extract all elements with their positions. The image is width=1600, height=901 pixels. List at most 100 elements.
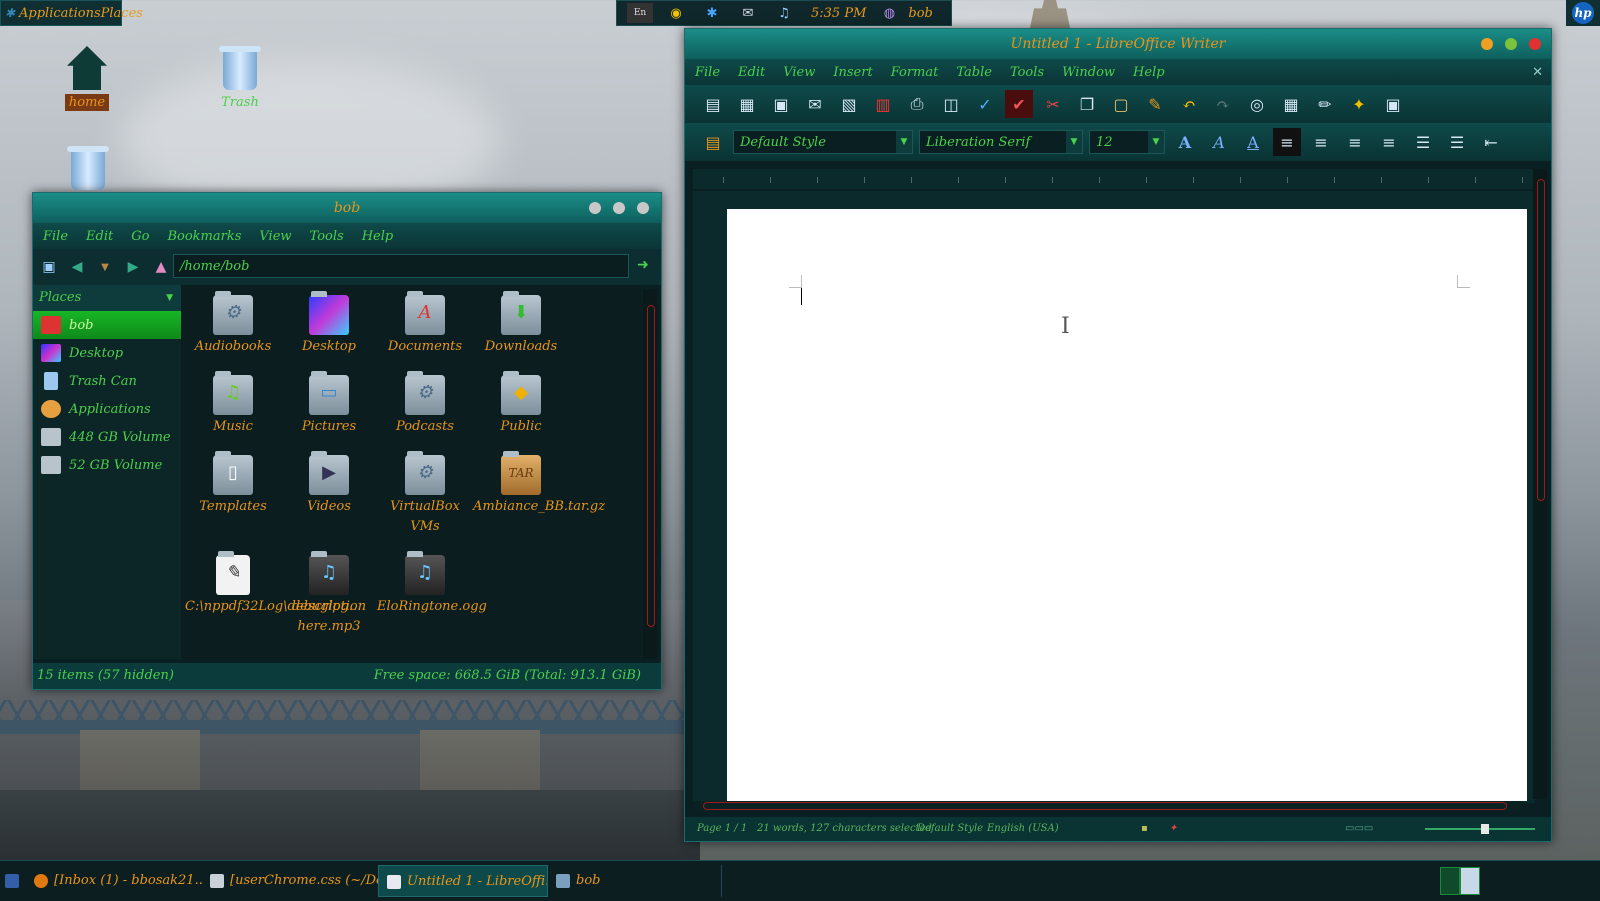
place-trash-can[interactable]: Trash Can [33,367,181,395]
file-item-mp3[interactable]: ♫ description here.mp3 [281,549,377,637]
volume-icon[interactable]: ♫ [771,3,797,23]
clock[interactable]: 5:35 PM [811,6,866,21]
redo-icon[interactable]: ↷ [1209,90,1237,118]
horizontal-ruler[interactable] [693,169,1533,189]
autospellcheck-icon[interactable]: ✔ [1005,90,1033,118]
menu-insert[interactable]: Insert [833,65,872,80]
maximize-button[interactable] [1505,38,1517,50]
file-grid-scrollbar[interactable] [643,289,657,659]
close-document-icon[interactable]: ✕ [1532,65,1543,80]
menu-bookmarks[interactable]: Bookmarks [167,229,241,244]
show-desktop-button[interactable] [0,865,24,897]
navigator-icon[interactable]: ✦ [1345,90,1373,118]
minimize-button[interactable] [1481,38,1493,50]
align-left-icon[interactable]: ≡ [1273,128,1301,156]
desktop-icon-trash[interactable]: Trash [214,46,266,111]
paragraph-style-select[interactable]: Default Style ▼ [733,130,913,154]
writer-titlebar[interactable]: Untitled 1 - LibreOffice Writer [685,29,1551,59]
align-center-icon[interactable]: ≡ [1307,128,1335,156]
bold-icon[interactable]: A [1171,128,1199,156]
file-item-public[interactable]: ◆ Public [473,369,569,437]
minimize-button[interactable] [589,202,601,214]
menu-tools[interactable]: Tools [310,229,344,244]
clone-formatting-icon[interactable]: ✎ [1141,90,1169,118]
edit-file-icon[interactable]: ▧ [835,90,863,118]
file-item-downloads[interactable]: ⬇ Downloads [473,289,569,357]
place-bob[interactable]: bob [33,311,181,339]
task-file-manager[interactable]: bob [548,865,722,897]
file-item-ogg[interactable]: ♫ EloRingtone.ogg [377,549,487,617]
font-size-select[interactable]: 12 ▼ [1089,130,1165,154]
desktop-icon-trash-full[interactable] [67,146,109,194]
open-icon[interactable]: ▦ [733,90,761,118]
place-applications[interactable]: Applications [33,395,181,423]
places-header[interactable]: Places ▼ [33,285,181,311]
desktop-icon-home[interactable]: home [62,46,112,111]
hp-logo[interactable]: hp [1566,0,1600,26]
gallery-icon[interactable]: ▣ [1379,90,1407,118]
menu-window[interactable]: Window [1062,65,1115,80]
styles-icon[interactable]: ▤ [699,128,727,156]
document-page[interactable]: I [727,209,1527,801]
italic-icon[interactable]: A [1205,128,1233,156]
menu-table[interactable]: Table [956,65,992,80]
mail-icon[interactable]: ✉ [735,3,761,23]
zoom-slider[interactable] [1425,828,1535,830]
page-indicator[interactable]: Page 1 / 1 [697,817,747,841]
workspace-1[interactable] [1440,867,1460,895]
menu-format[interactable]: Format [891,65,939,80]
new-document-icon[interactable]: ▤ [699,90,727,118]
file-manager-titlebar[interactable]: bob [33,193,661,223]
justify-icon[interactable]: ≡ [1375,128,1403,156]
export-pdf-icon[interactable]: ▥ [869,90,897,118]
document-horizontal-scrollbar[interactable] [693,801,1523,811]
history-dropdown-icon[interactable]: ▼ [93,255,117,279]
bullet-list-icon[interactable]: ☰ [1443,128,1471,156]
task-libreoffice-writer[interactable]: Untitled 1 - LibreOffi... [378,865,548,897]
print-icon[interactable]: ⎙ [903,90,931,118]
hyperlink-icon[interactable]: ◎ [1243,90,1271,118]
copy-icon[interactable]: ❐ [1073,90,1101,118]
back-icon[interactable]: ◀ [65,255,89,279]
workspace-2[interactable] [1460,867,1480,895]
file-item-templates[interactable]: ▯ Templates [185,449,281,517]
spellcheck-icon[interactable]: ✓ [971,90,999,118]
page-style[interactable]: Default Style [917,817,983,841]
file-item-music[interactable]: ♫ Music [185,369,281,437]
new-tab-icon[interactable]: ▣ [37,255,61,279]
file-item-pictures[interactable]: ▭ Pictures [281,369,377,437]
undo-icon[interactable]: ↶ [1175,90,1203,118]
file-item-virtualbox-vms[interactable]: ⚙ VirtualBox VMs [377,449,473,537]
task-userchrome[interactable]: [userChrome.css (~/Do... [202,865,378,897]
menu-view[interactable]: View [259,229,291,244]
layout-view-icon[interactable]: ▭▭▭ [1345,817,1373,841]
menu-tools[interactable]: Tools [1010,65,1044,80]
menu-edit[interactable]: Edit [738,65,765,80]
task-thunderbird[interactable]: [Inbox (1) - bbosak21... [26,865,202,897]
file-item-documents[interactable]: A Documents [377,289,473,357]
menu-help[interactable]: Help [1133,65,1165,80]
file-item-debuglog[interactable]: ✎ C:\nppdf32Log\debuglog.... [185,549,365,617]
bluetooth-icon[interactable]: ✱ [699,3,725,23]
keyboard-layout-indicator[interactable]: En [627,3,653,23]
menu-go[interactable]: Go [131,229,149,244]
go-icon[interactable]: ➜ [637,257,649,273]
draw-icon[interactable]: ✏ [1311,90,1339,118]
user-status-icon[interactable]: ◍ [876,3,902,23]
numbered-list-icon[interactable]: ☰ [1409,128,1437,156]
close-button[interactable] [1529,38,1541,50]
chrome-icon[interactable]: ◉ [663,3,689,23]
menu-view[interactable]: View [783,65,815,80]
file-item-podcasts[interactable]: ⚙ Podcasts [377,369,473,437]
place-448gb-volume[interactable]: 448 GB Volume [33,423,181,451]
decrease-indent-icon[interactable]: ⇤ [1477,128,1505,156]
up-icon[interactable]: ▲ [149,255,173,279]
email-icon[interactable]: ✉ [801,90,829,118]
underline-icon[interactable]: A [1239,128,1267,156]
paste-icon[interactable]: ▢ [1107,90,1135,118]
cut-icon[interactable]: ✂ [1039,90,1067,118]
file-item-videos[interactable]: ▶ Videos [281,449,377,517]
align-right-icon[interactable]: ≡ [1341,128,1369,156]
location-input[interactable]: /home/bob [173,254,629,278]
language[interactable]: English (USA) [987,817,1059,841]
